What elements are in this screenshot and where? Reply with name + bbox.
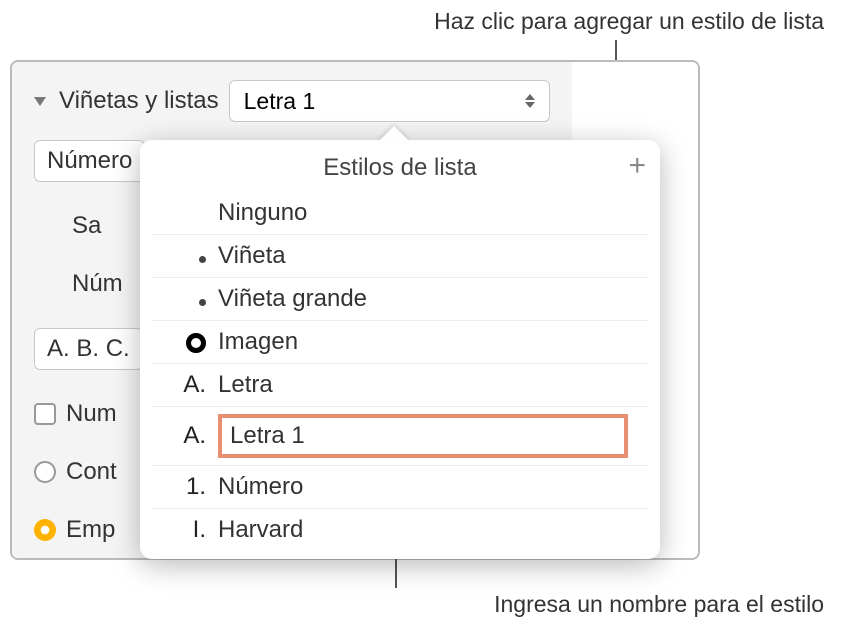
list-style-item-letter[interactable]: A. Letra: [152, 363, 648, 406]
list-style-select[interactable]: Letra 1: [229, 80, 550, 122]
callout-enter-name: Ingresa un nombre para el estilo: [494, 591, 824, 618]
list-style-item-bullet[interactable]: Viñeta: [152, 234, 648, 277]
list-style-label: Letra: [218, 371, 628, 399]
bullet-icon: [172, 242, 206, 270]
list-style-label: Harvard: [218, 516, 628, 544]
truncated-continue-label: Cont: [66, 458, 117, 486]
list-style-selected-value: Letra 1: [244, 88, 316, 115]
list-style-item-letter-1[interactable]: A.: [152, 406, 648, 465]
roman-marker: I.: [172, 516, 206, 544]
bullet-icon: [172, 285, 206, 313]
list-style-item-harvard[interactable]: I. Harvard: [152, 508, 648, 551]
list-style-item-number[interactable]: 1. Número: [152, 465, 648, 508]
number-marker: 1.: [172, 473, 206, 501]
list-style-label: Viñeta: [218, 242, 628, 270]
list-style-item-none[interactable]: Ninguno: [152, 192, 648, 234]
continue-radio[interactable]: [34, 461, 56, 483]
list-style-label: Número: [218, 473, 628, 501]
list-style-label: Viñeta grande: [218, 285, 628, 313]
section-label: Viñetas y listas: [59, 87, 219, 115]
list-style-item-image[interactable]: Imagen: [152, 320, 648, 363]
new-style-name-input[interactable]: [218, 414, 628, 458]
letter-marker: A.: [172, 371, 206, 399]
list-style-label: Ninguno: [218, 199, 628, 227]
list-styles-popover: Estilos de lista + Ninguno Viñeta Viñeta…: [140, 140, 660, 559]
add-list-style-button[interactable]: +: [628, 151, 646, 181]
callout-add-style: Haz clic para agregar un estilo de lista: [130, 8, 824, 35]
style-list: Ninguno Viñeta Viñeta grande Imagen A. L…: [140, 192, 660, 559]
start-from-radio[interactable]: [34, 519, 56, 541]
tiered-numbers-checkbox[interactable]: [34, 403, 56, 425]
truncated-number-select[interactable]: Número: [34, 140, 145, 182]
truncated-tiered-label: Num: [66, 400, 117, 428]
popover-title: Estilos de lista: [323, 154, 476, 181]
image-marker-icon: [172, 328, 206, 356]
truncated-format-select[interactable]: A. B. C.: [34, 328, 143, 370]
list-style-item-big-bullet[interactable]: Viñeta grande: [152, 277, 648, 320]
popover-header: Estilos de lista +: [140, 140, 660, 192]
bullets-lists-section: Viñetas y listas Letra 1: [34, 80, 550, 122]
chevron-updown-icon: [525, 94, 535, 108]
letter-marker: A.: [172, 422, 206, 450]
disclosure-triangle-icon[interactable]: [34, 97, 46, 106]
list-style-label: Imagen: [218, 328, 628, 356]
truncated-start-label: Emp: [66, 516, 115, 544]
